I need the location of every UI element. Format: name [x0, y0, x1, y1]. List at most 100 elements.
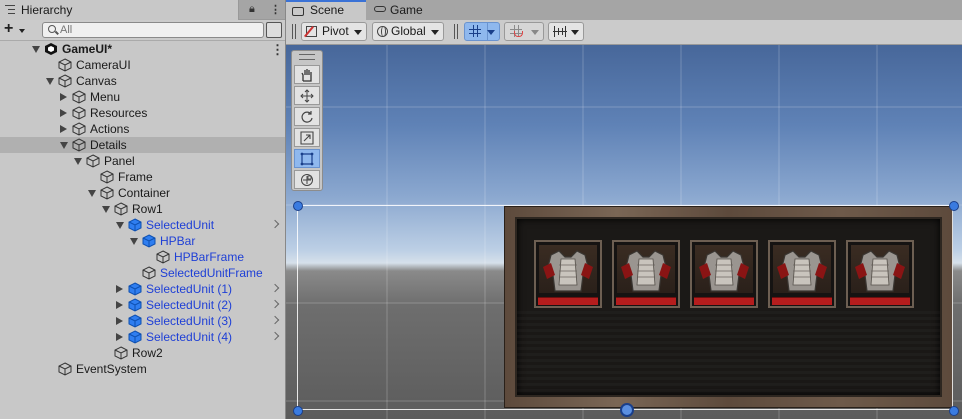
hierarchy-tab[interactable]: Hierarchy [0, 0, 239, 20]
hierarchy-row-selectedunit-2[interactable]: SelectedUnit (2) [0, 297, 285, 313]
global-dropdown[interactable]: Global [372, 22, 444, 41]
transform-tool-button[interactable] [294, 170, 320, 189]
hierarchy-row-selectedunit[interactable]: SelectedUnit [0, 217, 285, 233]
foldout-expanded-icon[interactable] [116, 222, 124, 229]
scene-icon [292, 7, 304, 16]
increment-snapping-button[interactable] [548, 22, 584, 41]
hierarchy-row-hpbar[interactable]: HPBar [0, 233, 285, 249]
foldout-collapsed-icon[interactable] [60, 125, 67, 133]
prefab-open-chevron-icon[interactable] [270, 219, 280, 229]
lock-icon[interactable]: 🔒︎ [249, 3, 255, 16]
foldout-collapsed-icon[interactable] [60, 109, 67, 117]
hierarchy-row-selectedunit-3[interactable]: SelectedUnit (3) [0, 313, 285, 329]
chevron-down-icon[interactable] [487, 30, 495, 35]
chevron-down-icon[interactable] [531, 30, 539, 35]
add-object-button[interactable]: + [4, 20, 13, 38]
search-mode-icon[interactable] [266, 22, 282, 38]
foldout-collapsed-icon[interactable] [60, 93, 67, 101]
hierarchy-row-actions[interactable]: Actions [0, 121, 285, 137]
scene-viewport[interactable] [286, 45, 962, 419]
rect-handle-bottom-right[interactable] [949, 406, 959, 416]
hierarchy-row-row2[interactable]: Row2 [0, 345, 285, 361]
hierarchy-row-selectedunit-4[interactable]: SelectedUnit (4) [0, 329, 285, 345]
foldout-expanded-icon[interactable] [88, 190, 96, 197]
foldout-expanded-icon[interactable] [102, 206, 110, 213]
hierarchy-row-label: EventSystem [76, 362, 147, 376]
gameobject-cube-icon [100, 170, 114, 184]
hierarchy-row-label: Container [118, 186, 171, 200]
rect-handle-top-right[interactable] [949, 201, 959, 211]
hierarchy-search-input[interactable] [60, 23, 258, 37]
hierarchy-row-hpbarframe[interactable]: HPBarFrame [0, 249, 285, 265]
tab-game[interactable]: Game [368, 0, 438, 20]
hand-icon [301, 69, 312, 82]
toolbar-grip[interactable] [292, 24, 296, 39]
prefab-open-chevron-icon[interactable] [270, 315, 280, 325]
chevron-down-icon[interactable] [571, 30, 579, 35]
foldout-collapsed-icon[interactable] [116, 301, 123, 309]
hand-tool-button[interactable] [294, 65, 320, 84]
foldout-expanded-icon[interactable] [46, 78, 54, 85]
grid-visibility-button[interactable] [464, 22, 500, 41]
hierarchy-row-label: SelectedUnit (2) [146, 298, 233, 312]
tools-drag-handle[interactable] [299, 54, 315, 60]
hierarchy-row-container[interactable]: Container [0, 185, 285, 201]
hierarchy-row-gameui[interactable]: GameUI* ⋮ [0, 41, 285, 57]
tab-scene[interactable]: Scene [286, 0, 366, 20]
hierarchy-row-row1[interactable]: Row1 [0, 201, 285, 217]
tab-menu-kebab-icon[interactable]: ⋮ [270, 3, 281, 16]
foldout-expanded-icon[interactable] [60, 142, 68, 149]
gameobject-cube-icon [58, 58, 72, 72]
scale-icon [300, 131, 314, 145]
hierarchy-toolbar: + [0, 20, 285, 41]
prefab-open-chevron-icon[interactable] [270, 283, 280, 293]
hierarchy-row-menu[interactable]: Menu [0, 89, 285, 105]
search-icon [48, 25, 56, 33]
hierarchy-tree: GameUI* ⋮ CameraUI Canvas Menu Resources Actio… [0, 41, 285, 377]
foldout-expanded-icon[interactable] [130, 238, 138, 245]
prefab-open-chevron-icon[interactable] [270, 331, 280, 341]
rotate-tool-button[interactable] [294, 107, 320, 126]
move-tool-button[interactable] [294, 86, 320, 105]
hierarchy-row-label: SelectedUnit (3) [146, 314, 233, 328]
gameobject-cube-icon [142, 266, 156, 280]
gameobject-cube-icon [114, 346, 128, 360]
hierarchy-row-panel[interactable]: Panel [0, 153, 285, 169]
hierarchy-row-frame[interactable]: Frame [0, 169, 285, 185]
foldout-collapsed-icon[interactable] [116, 285, 123, 293]
prefab-cube-icon [128, 218, 142, 232]
foldout-expanded-icon[interactable] [74, 158, 82, 165]
prefab-open-chevron-icon[interactable] [270, 299, 280, 309]
add-dropdown-caret-icon[interactable] [19, 29, 25, 33]
toolbar-grip[interactable] [454, 24, 458, 39]
prefab-cube-icon [128, 330, 142, 344]
foldout-expanded-icon[interactable] [32, 46, 40, 53]
pivot-dropdown[interactable]: Pivot [301, 22, 367, 41]
hierarchy-row-resources[interactable]: Resources [0, 105, 285, 121]
rect-handle-bottom-left[interactable] [293, 406, 303, 416]
hierarchy-row-label: Row1 [132, 202, 163, 216]
hierarchy-row-selectedunit-1[interactable]: SelectedUnit (1) [0, 281, 285, 297]
rect-handle-top-left[interactable] [293, 201, 303, 211]
hierarchy-row-canvas[interactable]: Canvas [0, 73, 285, 89]
hierarchy-search-field[interactable] [42, 22, 264, 38]
grid-icon [469, 25, 481, 37]
hierarchy-row-details[interactable]: Details [0, 137, 285, 153]
scale-tool-button[interactable] [294, 128, 320, 147]
chevron-down-icon [431, 30, 439, 35]
rect-pivot-handle[interactable] [620, 403, 634, 417]
selection-rect[interactable] [297, 205, 953, 410]
hierarchy-row-label: SelectedUnit (1) [146, 282, 233, 296]
hierarchy-row-selectedunitframe[interactable]: SelectedUnitFrame [0, 265, 285, 281]
prefab-cube-icon [128, 314, 142, 328]
prefab-cube-icon [128, 298, 142, 312]
hierarchy-row-eventsystem[interactable]: EventSystem [0, 361, 285, 377]
foldout-collapsed-icon[interactable] [116, 317, 123, 325]
grid-snapping-button[interactable] [504, 22, 544, 41]
rect-tool-button[interactable] [294, 149, 320, 168]
hierarchy-row-label: SelectedUnitFrame [160, 266, 263, 280]
gameobject-cube-icon [72, 122, 86, 136]
hierarchy-row-cameraui[interactable]: CameraUI [0, 57, 285, 73]
foldout-collapsed-icon[interactable] [116, 333, 123, 341]
scene-menu-kebab-icon[interactable]: ⋮ [271, 42, 284, 58]
